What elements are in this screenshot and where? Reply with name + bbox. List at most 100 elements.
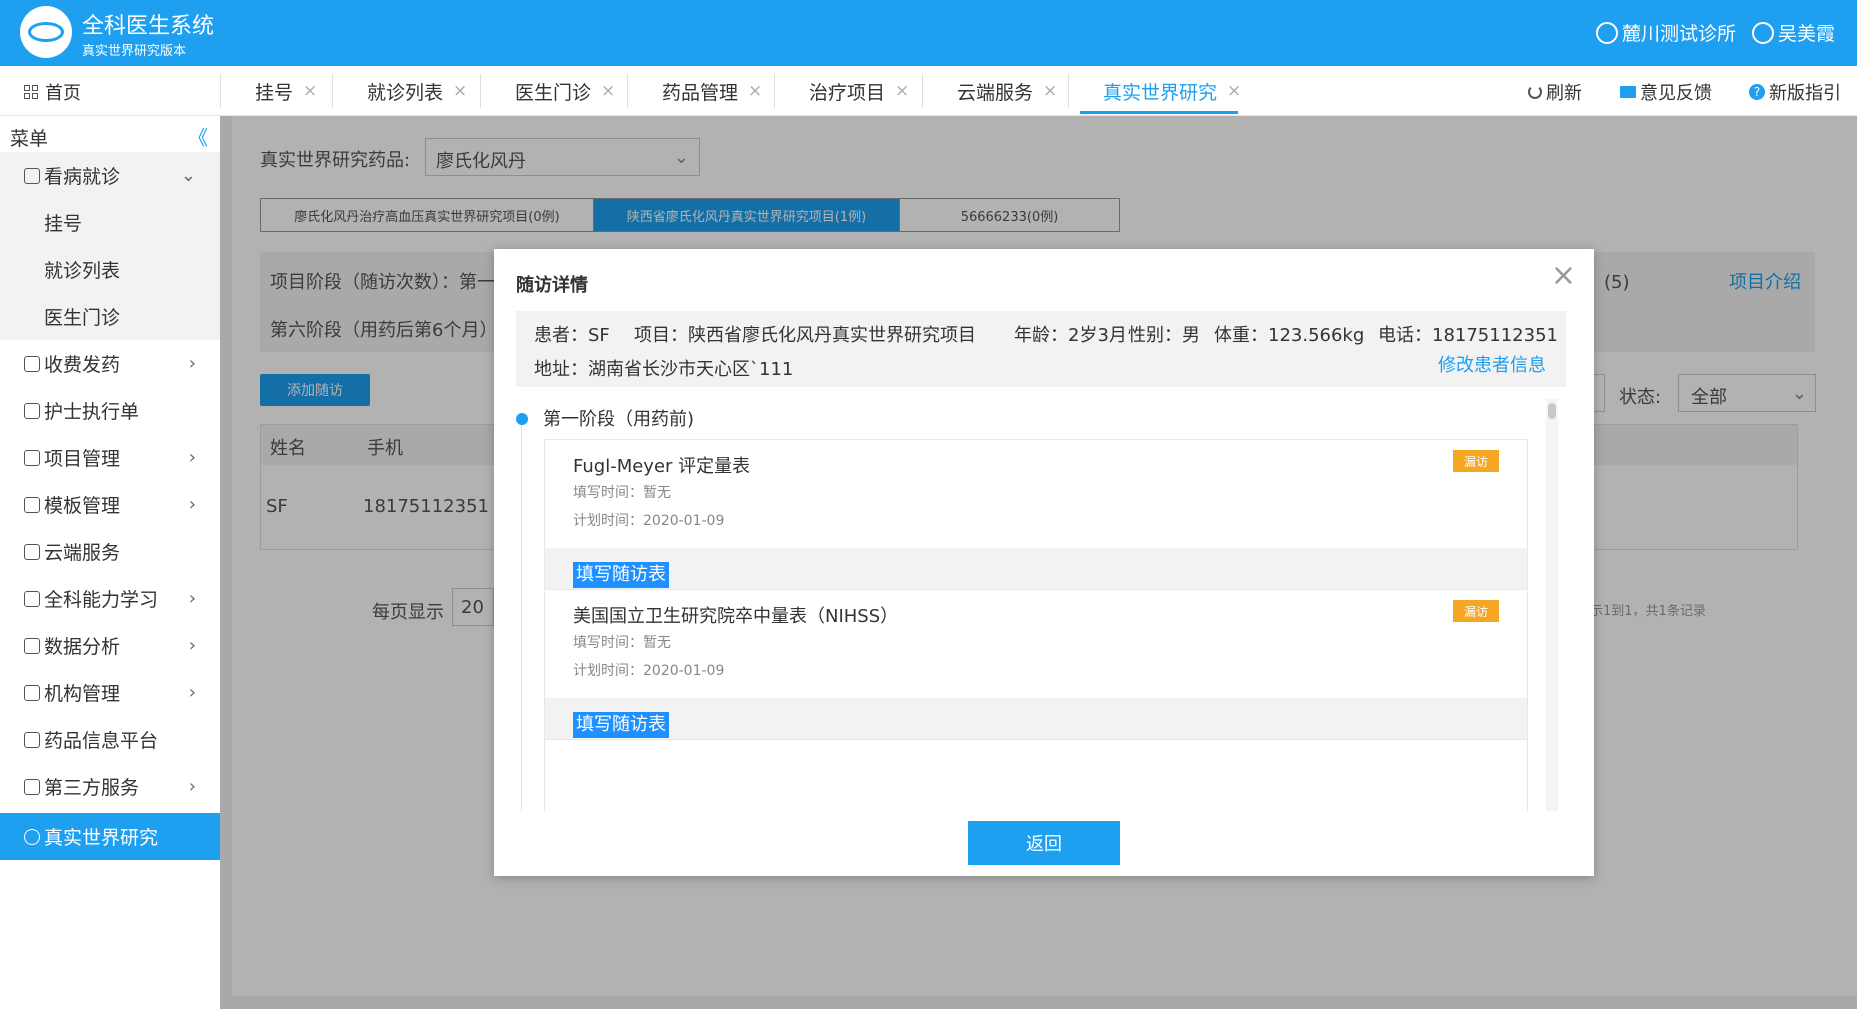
patient-weight: 体重：123.566kg: [1214, 325, 1365, 346]
patient-age: 年龄：2岁3月: [1014, 325, 1127, 346]
chevron-right-icon: ›: [188, 682, 196, 703]
user-icon: [1752, 21, 1774, 44]
close-icon[interactable]: ×: [1551, 261, 1576, 291]
sidebar-item-outpatient[interactable]: 医生门诊: [0, 293, 220, 340]
medkit-icon: [24, 167, 40, 184]
sidebar-item-visit-list[interactable]: 就诊列表: [0, 246, 220, 293]
close-icon[interactable]: ×: [453, 81, 467, 101]
tab-real-world-research[interactable]: 真实世界研究 ×: [1068, 74, 1241, 108]
sidebar-item-cloud[interactable]: 云端服务: [0, 528, 220, 575]
sidebar-item-label: 护士执行单: [44, 401, 140, 423]
sidebar-item-label: 挂号: [44, 213, 83, 235]
sidebar-item-charging[interactable]: 收费发药 ›: [0, 340, 220, 387]
patient-project: 项目：陕西省廖氏化风丹真实世界研究项目: [634, 325, 976, 346]
fill-followup-button[interactable]: 填写随访表: [573, 712, 669, 738]
followup-card: 美国国立卫生研究院卒中量表（NIHSS） 漏访 填写时间：暂无 计划时间：202…: [544, 589, 1528, 755]
scrollbar[interactable]: [1546, 399, 1558, 811]
close-icon[interactable]: ×: [1227, 81, 1241, 101]
mail-icon: [1620, 86, 1636, 98]
sidebar-item-label: 项目管理: [44, 448, 121, 470]
sidebar-item-org[interactable]: 机构管理 ›: [0, 669, 220, 716]
chevron-right-icon: ›: [188, 588, 196, 609]
sidebar-item-label: 第三方服务: [44, 777, 140, 799]
status-badge: 漏访: [1453, 600, 1499, 622]
home-link[interactable]: 首页: [24, 79, 81, 105]
chevron-right-icon: ›: [188, 447, 196, 468]
tab-label: 真实世界研究: [1103, 81, 1218, 104]
patient-info-box: 患者：SF 项目：陕西省廖氏化风丹真实世界研究项目 年龄：2岁3月 性别：男 体…: [516, 311, 1566, 387]
tab-visit-list[interactable]: 就诊列表 ×: [332, 74, 467, 108]
user-name: 吴美霞: [1778, 23, 1836, 45]
bar-chart-icon: [24, 637, 40, 654]
status-badge: 漏访: [1453, 450, 1499, 472]
cart-icon: [24, 355, 40, 372]
clinic-switcher[interactable]: 麓川测试诊所: [1596, 19, 1736, 46]
fill-time: 填写时间：暂无: [573, 485, 671, 501]
tab-label: 云端服务: [957, 81, 1034, 104]
sidebar-item-drug-platform[interactable]: 药品信息平台: [0, 716, 220, 763]
tab-registration[interactable]: 挂号 ×: [220, 74, 317, 108]
sidebar-item-project[interactable]: 项目管理 ›: [0, 434, 220, 481]
app-header: 全科医生系统 真实世界研究版本 麓川测试诊所 吴美霞: [0, 0, 1857, 66]
tab-label: 药品管理: [662, 81, 739, 104]
feedback-button[interactable]: 意见反馈: [1620, 79, 1712, 105]
scroll-thumb[interactable]: [1548, 403, 1556, 419]
edit-patient-link[interactable]: 修改患者信息: [1438, 351, 1546, 377]
sidebar-item-label: 真实世界研究: [44, 827, 159, 849]
clipboard-icon: [24, 496, 40, 513]
followup-card: Fugl-Meyer 评定量表 漏访 填写时间：暂无 计划时间：2020-01-…: [544, 439, 1528, 605]
app-subtitle: 真实世界研究版本: [82, 44, 187, 59]
sidebar: 菜单 《 看病就诊 ⌄ 挂号 就诊列表 医生门诊 收费发药 › 护士执行单 项目管理…: [0, 116, 220, 1009]
medkit-icon: [24, 731, 40, 748]
atom-icon: [24, 778, 40, 795]
guide-label: 新版指引: [1769, 83, 1841, 104]
close-icon[interactable]: ×: [303, 81, 317, 101]
sidebar-item-label: 就诊列表: [44, 260, 121, 282]
followup-scroll-area[interactable]: 第一阶段（用药前) Fugl-Meyer 评定量表 漏访 填写时间：暂无 计划时…: [516, 399, 1566, 811]
user-group-icon: [24, 590, 40, 607]
collapse-icon[interactable]: 《: [188, 122, 208, 151]
sidebar-item-registration[interactable]: 挂号: [0, 199, 220, 246]
fill-time: 填写时间：暂无: [573, 635, 671, 651]
tab-cloud-service[interactable]: 云端服务 ×: [922, 74, 1057, 108]
return-button[interactable]: 返回: [968, 821, 1120, 865]
close-icon[interactable]: ×: [895, 81, 909, 101]
sidebar-item-real-world-research[interactable]: 真实世界研究: [0, 813, 220, 860]
tab-drug-management[interactable]: 药品管理 ×: [627, 74, 762, 108]
tab-outpatient[interactable]: 医生门诊 ×: [480, 74, 615, 108]
chevron-right-icon: ›: [188, 776, 196, 797]
sidebar-item-third-party[interactable]: 第三方服务 ›: [0, 763, 220, 810]
timeline-dot: [516, 413, 528, 425]
sidebar-item-label: 药品信息平台: [44, 730, 159, 752]
followup-card: [544, 739, 1528, 811]
sidebar-item-label: 云端服务: [44, 542, 121, 564]
active-tab-indicator: [1080, 111, 1238, 114]
tab-treatment[interactable]: 治疗项目 ×: [774, 74, 909, 108]
close-icon[interactable]: ×: [748, 81, 762, 101]
modal-title: 随访详情: [516, 275, 588, 296]
guide-button[interactable]: ? 新版指引: [1749, 79, 1841, 105]
sidebar-item-analytics[interactable]: 数据分析 ›: [0, 622, 220, 669]
close-icon[interactable]: ×: [601, 81, 615, 101]
fill-followup-button[interactable]: 填写随访表: [573, 562, 669, 588]
close-icon[interactable]: ×: [1043, 81, 1057, 101]
patient-address: 地址：湖南省长沙市天心区`111: [534, 359, 794, 380]
tab-label: 医生门诊: [515, 81, 592, 104]
chevron-down-icon: ⌄: [180, 165, 196, 186]
sidebar-item-label: 看病就诊: [44, 166, 121, 188]
refresh-label: 刷新: [1546, 83, 1582, 104]
plan-time: 计划时间：2020-01-09: [573, 663, 725, 679]
clinic-icon: [1596, 21, 1618, 44]
scale-title: 美国国立卫生研究院卒中量表（NIHSS）: [573, 606, 899, 627]
patient-gender: 性别：男: [1128, 325, 1200, 346]
flag-icon: [24, 684, 40, 701]
sidebar-item-learning[interactable]: 全科能力学习 ›: [0, 575, 220, 622]
refresh-button[interactable]: 刷新: [1528, 79, 1582, 105]
patient-name: 患者：SF: [534, 325, 610, 346]
sidebar-item-nurse[interactable]: 护士执行单: [0, 387, 220, 434]
user-menu[interactable]: 吴美霞: [1752, 19, 1835, 46]
sidebar-item-consultation[interactable]: 看病就诊 ⌄: [0, 152, 220, 199]
sidebar-item-template[interactable]: 模板管理 ›: [0, 481, 220, 528]
patient-phone: 电话：18175112351: [1378, 325, 1558, 346]
globe-icon: [24, 828, 40, 845]
